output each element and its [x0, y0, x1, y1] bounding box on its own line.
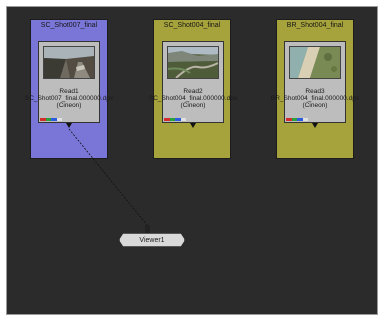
canyon-road-thumbnail	[43, 46, 95, 79]
viewer-node-label: Viewer1	[139, 237, 165, 244]
read-node-1[interactable]: Read1 SC_Shot007_final.000000.dpx (Cineo…	[25, 41, 113, 128]
channel-indicator	[286, 118, 308, 121]
read-node-2[interactable]: Read2 SC_Shot004_final.000000.dpx (Cineo…	[149, 41, 237, 128]
read-node-3[interactable]: Read3 BR_Shot004_final.000000.dpx (Cineo…	[271, 41, 359, 128]
output-arrow-icon	[190, 123, 196, 128]
node-colorspace: (Cineon)	[180, 102, 206, 109]
backdrop-title: BR_Shot004_final	[286, 22, 344, 29]
node-graph-panel[interactable]: SC_Shot007_final SC_Shot004_final BR_Sho…	[6, 6, 378, 315]
node-colorspace: (Cineon)	[302, 102, 328, 109]
channel-indicator	[40, 118, 62, 121]
output-arrow-icon	[66, 123, 72, 128]
backdrop-title: SC_Shot004_final	[163, 22, 221, 29]
mountain-valley-thumbnail	[167, 46, 219, 79]
viewer-node[interactable]: Viewer1	[119, 233, 185, 247]
channel-indicator	[164, 118, 186, 121]
viewer-input-arrow-icon[interactable]	[145, 225, 150, 233]
output-arrow-icon	[312, 123, 318, 128]
aerial-beach-thumbnail	[289, 46, 341, 79]
node-colorspace: (Cineon)	[56, 102, 82, 109]
backdrop-title: SC_Shot007_final	[40, 22, 98, 29]
